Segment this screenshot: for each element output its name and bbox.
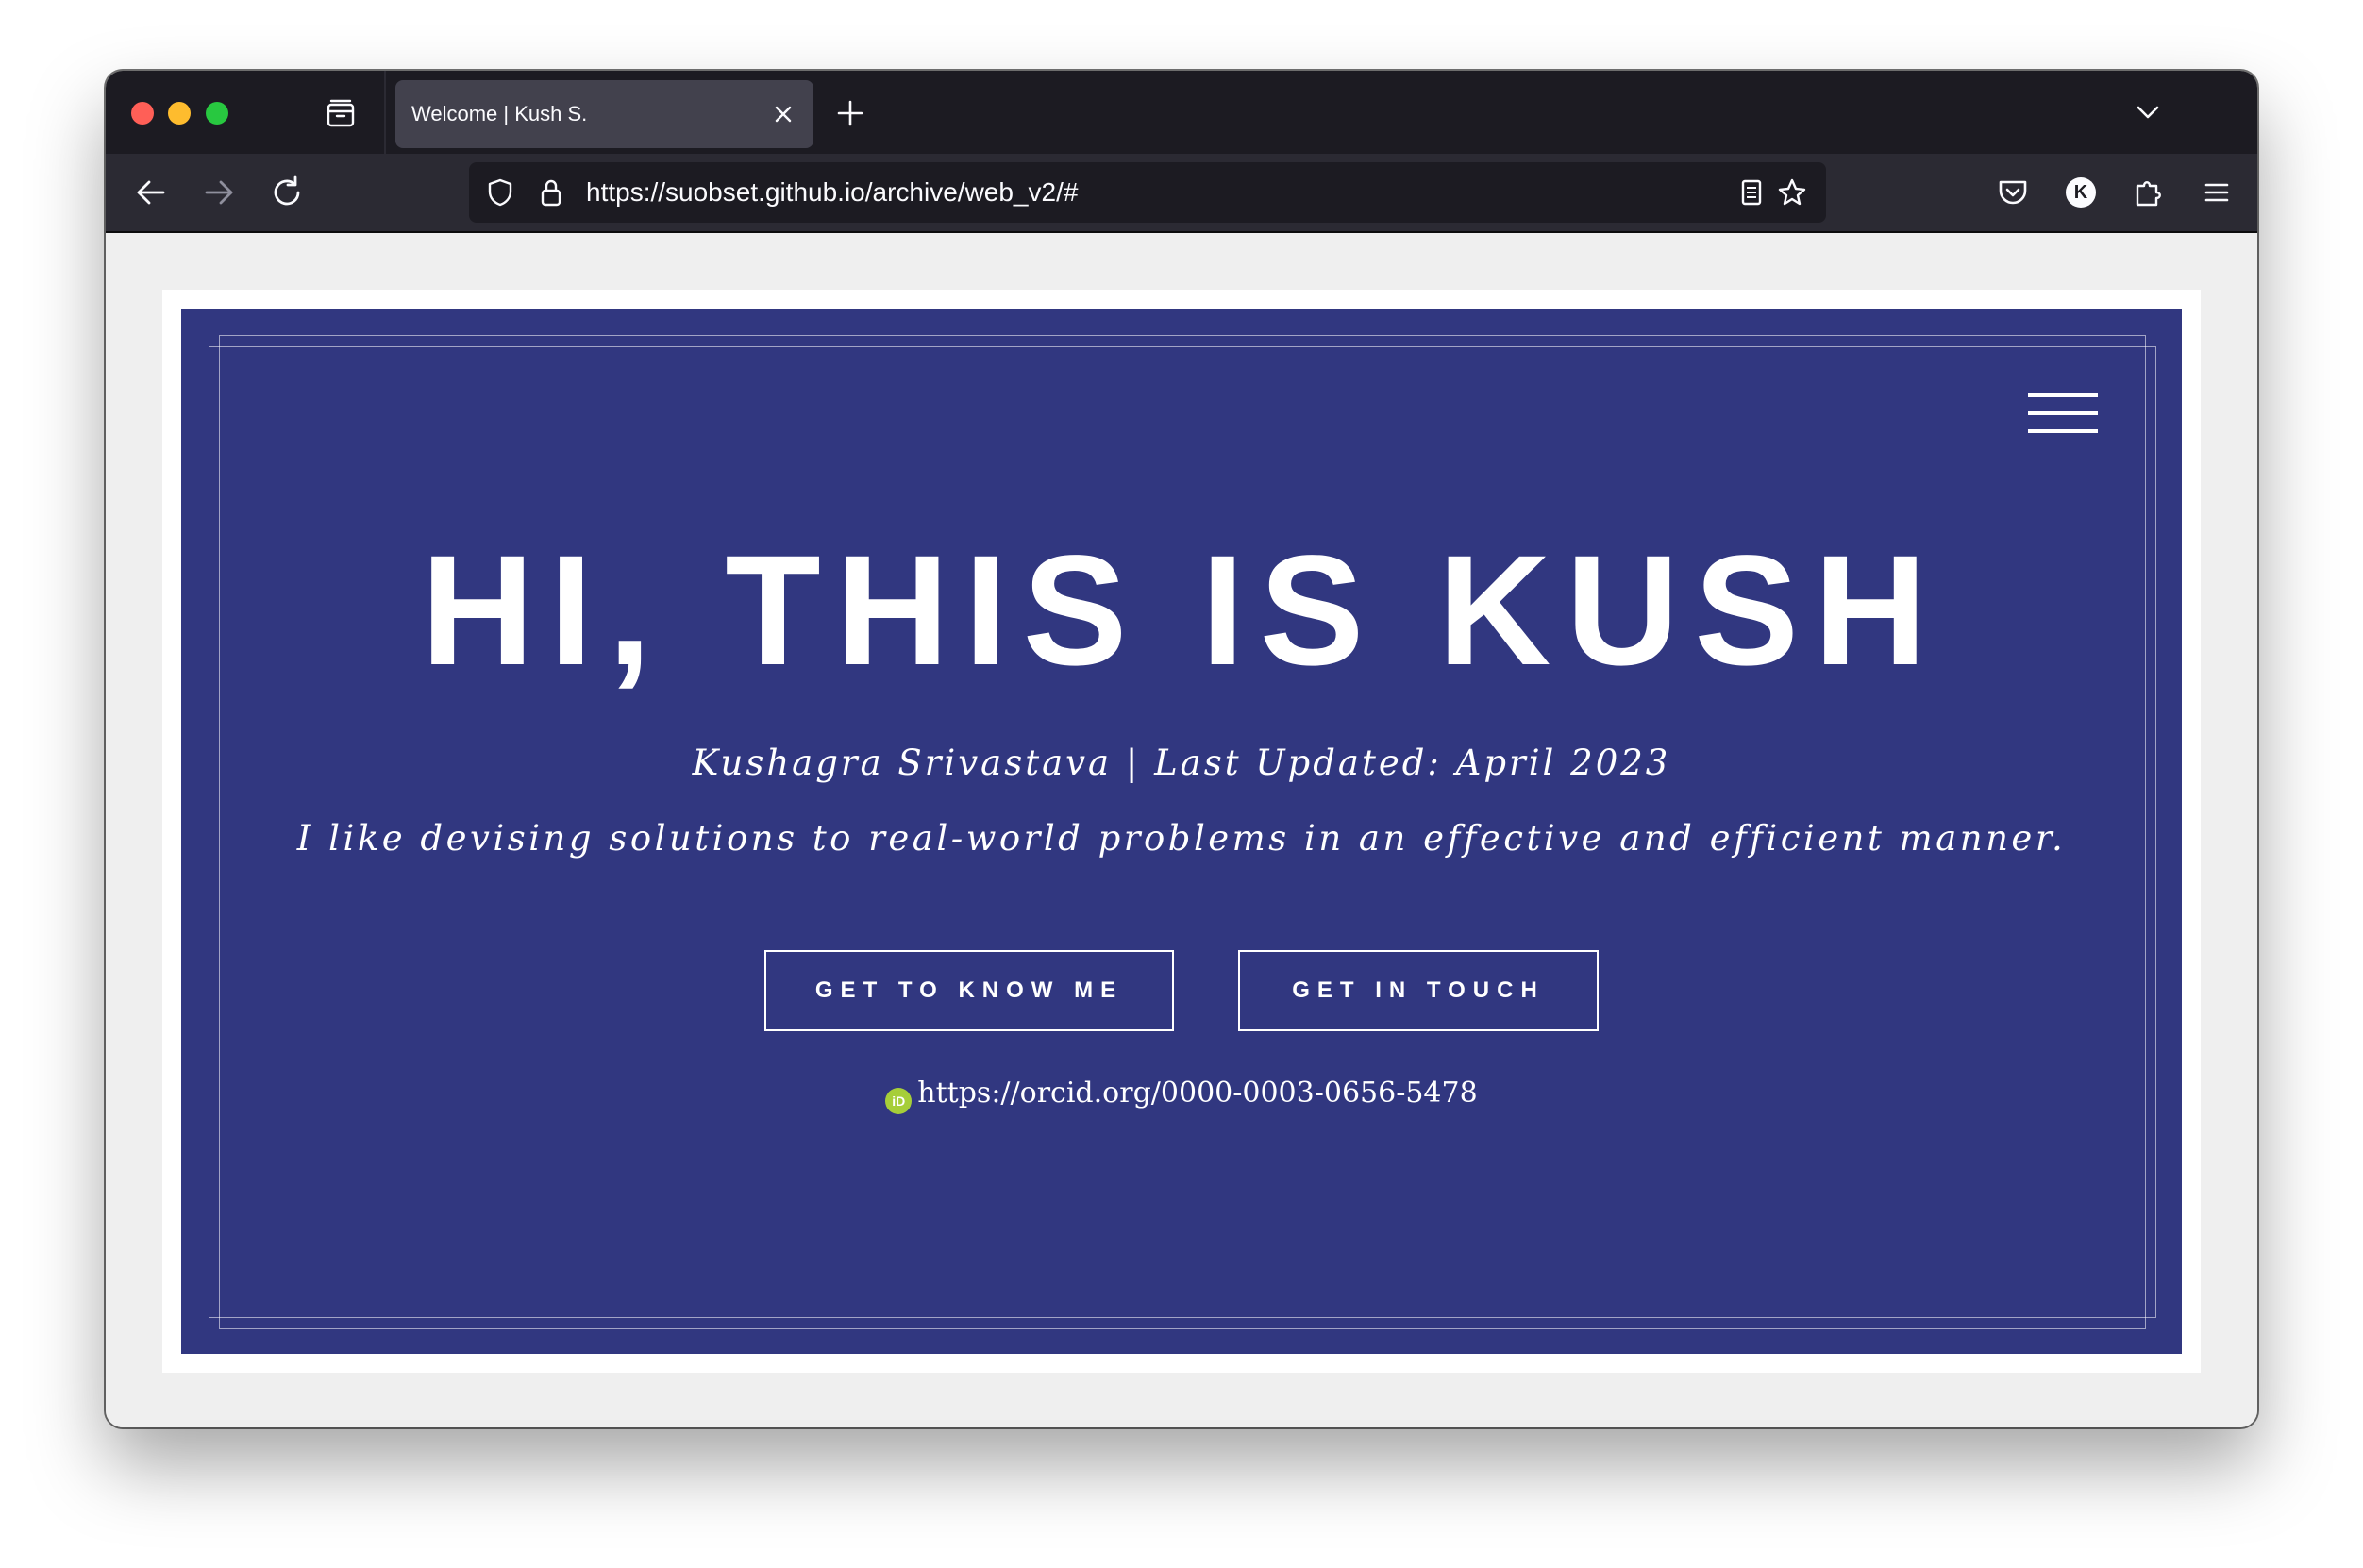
hero-banner: HI, THIS IS KUSH Kushagra Srivastava | L… (181, 309, 2182, 1354)
tab-overview-icon[interactable] (325, 97, 357, 129)
chevron-down-icon[interactable] (2133, 97, 2163, 127)
plus-icon[interactable] (834, 97, 866, 129)
account-initial: K (2073, 182, 2088, 203)
url-bar[interactable]: https://suobset.github.io/archive/web_v2… (469, 162, 1826, 223)
orcid-icon: iD (885, 1088, 913, 1114)
tab-title: Welcome | Kush S. (411, 102, 588, 125)
close-tab-icon[interactable] (770, 101, 796, 127)
get-to-know-me-button[interactable]: GET TO KNOW ME (764, 950, 1174, 1031)
puzzle-icon[interactable] (2129, 173, 2169, 212)
page-frame: HI, THIS IS KUSH Kushagra Srivastava | L… (162, 290, 2201, 1373)
account-avatar[interactable]: K (2061, 173, 2101, 212)
arrow-left-icon[interactable] (131, 173, 171, 212)
pocket-icon[interactable] (1993, 173, 2033, 212)
tab-active[interactable]: Welcome | Kush S. (395, 80, 813, 148)
arrow-right-icon[interactable] (199, 173, 239, 212)
reload-icon[interactable] (267, 173, 307, 212)
zoom-window-button[interactable] (206, 102, 228, 125)
hamburger-menu-icon[interactable] (2197, 173, 2237, 212)
minimize-window-button[interactable] (168, 102, 191, 125)
page-content: HI, THIS IS KUSH Kushagra Srivastava | L… (106, 233, 2257, 1427)
star-icon[interactable] (1776, 176, 1808, 209)
byline: Kushagra Srivastava | Last Updated: Apri… (692, 742, 1671, 783)
url-text[interactable]: https://suobset.github.io/archive/web_v2… (586, 162, 1078, 223)
tab-strip: Welcome | Kush S. (106, 71, 2257, 154)
lock-icon[interactable] (535, 176, 567, 209)
page-title: HI, THIS IS KUSH (421, 524, 1942, 698)
reader-view-icon[interactable] (1735, 176, 1768, 209)
tab-divider (384, 71, 386, 154)
nav-toolbar: https://suobset.github.io/archive/web_v2… (106, 154, 2257, 233)
site-menu-icon[interactable] (2028, 393, 2098, 437)
get-in-touch-button[interactable]: GET IN TOUCH (1238, 950, 1599, 1031)
orcid-link-row: iD https://orcid.org/0000-0003-0656-5478 (181, 1075, 2182, 1114)
orcid-link[interactable]: https://orcid.org/0000-0003-0656-5478 (917, 1076, 1477, 1109)
shield-icon[interactable] (484, 176, 516, 209)
tagline: I like devising solutions to real-world … (296, 818, 2067, 859)
close-window-button[interactable] (131, 102, 154, 125)
browser-window: Welcome | Kush S. https://suobset.github… (106, 71, 2257, 1427)
